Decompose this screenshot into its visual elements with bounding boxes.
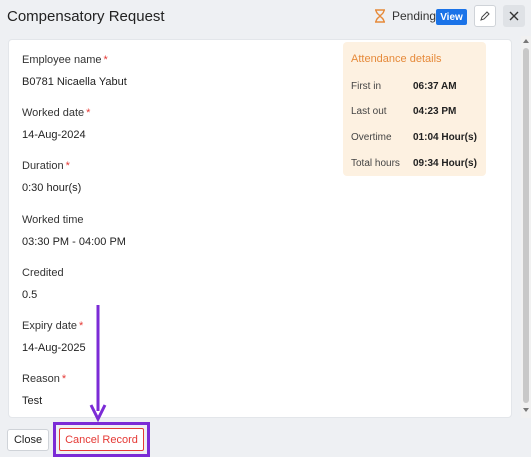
attendance-label: Total hours — [351, 158, 400, 169]
field-label: Reason — [22, 373, 60, 385]
pencil-icon — [480, 11, 490, 21]
edit-button[interactable] — [474, 5, 496, 27]
attendance-value: 01:04 Hour(s) — [413, 132, 477, 143]
scroll-down-arrow-icon[interactable] — [523, 408, 529, 412]
attendance-label: First in — [351, 81, 381, 92]
attendance-title: Attendance details — [351, 53, 442, 65]
attendance-value: 04:23 PM — [413, 106, 457, 117]
field-label: Worked date — [22, 107, 85, 119]
required-marker: * — [86, 107, 91, 119]
scroll-up-arrow-icon[interactable] — [523, 39, 529, 43]
attendance-value: 06:37 AM — [413, 81, 457, 92]
field-credited: Credited 0.5 — [22, 267, 66, 301]
field-label: Credited — [22, 267, 64, 279]
close-icon — [509, 11, 519, 21]
attendance-label: Overtime — [351, 132, 392, 143]
hourglass-icon — [375, 9, 385, 23]
field-worked-date: Worked date * 14-Aug-2024 — [22, 107, 90, 141]
field-employee-name: Employee name * B0781 Nicaella Yabut — [22, 54, 127, 88]
required-marker: * — [65, 160, 70, 172]
field-value: 14-Aug-2024 — [22, 129, 86, 141]
field-value: 14-Aug-2025 — [22, 342, 86, 354]
required-marker: * — [103, 54, 108, 66]
close-button[interactable]: Close — [7, 429, 49, 451]
required-marker: * — [61, 373, 67, 385]
field-duration: Duration * 0:30 hour(s) — [22, 160, 81, 194]
field-value: Test — [22, 395, 43, 407]
cancel-record-button[interactable]: Cancel Record — [59, 428, 144, 451]
details-card: Employee name * B0781 Nicaella Yabut Work… — [8, 39, 512, 418]
field-expiry-date: Expiry date * 14-Aug-2025 — [22, 320, 86, 354]
field-value: 03:30 PM - 04:00 PM — [22, 236, 126, 248]
annotation-arrow — [89, 305, 107, 423]
dialog-title: Compensatory Request — [7, 8, 165, 25]
field-label: Expiry date — [22, 320, 78, 332]
attendance-label: Last out — [351, 106, 387, 117]
field-label: Employee name — [22, 54, 102, 66]
view-button[interactable]: View — [436, 9, 467, 25]
field-label: Duration — [22, 160, 64, 172]
attendance-value: 09:34 Hour(s) — [413, 158, 477, 169]
required-marker: * — [79, 320, 84, 332]
field-value: B0781 Nicaella Yabut — [22, 76, 127, 88]
scroll-thumb[interactable] — [523, 48, 529, 403]
attendance-panel: Attendance details First in 06:37 AM Las… — [343, 42, 486, 176]
close-dialog-button[interactable] — [503, 5, 525, 27]
field-value: 0:30 hour(s) — [22, 182, 82, 194]
dialog-header: Compensatory Request Pending View — [0, 0, 531, 36]
field-label: Worked time — [22, 214, 84, 226]
field-value: 0.5 — [22, 289, 38, 301]
field-reason: Reason * Test — [22, 373, 66, 407]
field-worked-time: Worked time 03:30 PM - 04:00 PM — [22, 214, 126, 248]
status-indicator: Pending — [374, 9, 436, 23]
status-text: Pending — [392, 9, 437, 23]
vertical-scrollbar[interactable] — [521, 36, 531, 418]
